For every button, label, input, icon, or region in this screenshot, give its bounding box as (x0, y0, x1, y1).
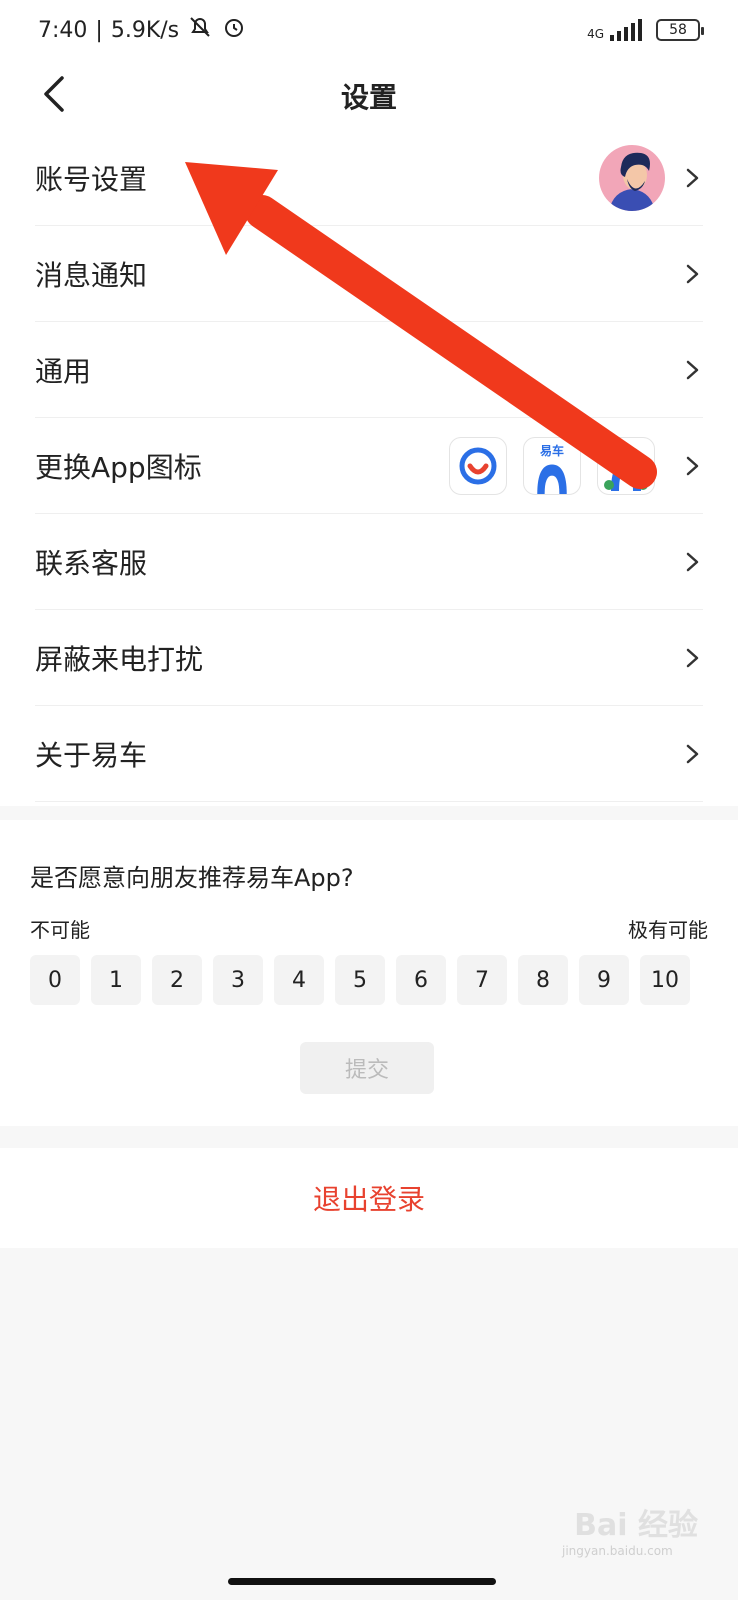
settings-item-customer-service[interactable]: 联系客服 (35, 514, 703, 610)
app-icon-option-default[interactable] (449, 436, 507, 495)
signal-icon: 4G (587, 19, 646, 41)
settings-item-change-app-icon[interactable]: 更换App图标 易车 (35, 418, 703, 514)
score-option[interactable]: 6 (396, 955, 446, 1005)
app-icon-label: 易车 (539, 443, 564, 458)
settings-item-label: 联系客服 (35, 546, 148, 580)
survey-low-label: 不可能 (30, 918, 90, 942)
settings-item-account[interactable]: 账号设置 (35, 130, 703, 226)
header: 设置 (0, 60, 738, 130)
survey-high-label: 极有可能 (628, 918, 708, 942)
logout-button[interactable]: 退出登录 (0, 1148, 738, 1248)
yiche-logo-icon (459, 447, 497, 484)
settings-item-about[interactable]: 关于易车 (35, 706, 703, 802)
settings-item-general[interactable]: 通用 (35, 322, 703, 418)
settings-item-label: 关于易车 (35, 738, 148, 772)
mute-icon (187, 14, 213, 46)
score-option[interactable]: 5 (335, 955, 385, 1005)
festive-mascot-icon (604, 444, 648, 491)
chevron-right-icon (686, 264, 699, 283)
chevron-right-icon (686, 456, 699, 475)
signal-type: 4G (587, 27, 604, 41)
avatar (599, 144, 665, 211)
home-indicator[interactable] (228, 1578, 496, 1585)
settings-list: 账号设置 消息通知 通用 更换App图标 易车 联系客服 屏蔽来电打扰 关于易车 (0, 130, 738, 806)
status-time: 7:40 (38, 17, 88, 43)
survey-question: 是否愿意向朋友推荐易车App? (30, 864, 354, 892)
app-icon-option-shark[interactable]: 易车 (523, 436, 581, 495)
watermark-url: jingyan.baidu.com (562, 1544, 673, 1558)
chevron-right-icon (686, 744, 699, 763)
settings-item-label: 更换App图标 (35, 450, 202, 484)
settings-item-label: 账号设置 (35, 162, 148, 196)
watermark-logo: Bai 经验 (574, 1508, 698, 1543)
settings-item-label: 通用 (35, 354, 92, 388)
settings-item-notifications[interactable]: 消息通知 (35, 226, 703, 322)
status-network-speed: 5.9K/s (110, 17, 180, 43)
score-option[interactable]: 3 (213, 955, 263, 1005)
chevron-right-icon (686, 552, 699, 571)
status-divider: | (95, 17, 103, 43)
chevron-right-icon (686, 360, 699, 379)
alarm-icon (221, 14, 247, 46)
score-option[interactable]: 0 (30, 955, 80, 1005)
status-bar: 7:40 | 5.9K/s 4G 58 (0, 0, 738, 60)
score-option[interactable]: 10 (640, 955, 690, 1005)
app-icon-option-festive[interactable] (597, 436, 655, 495)
chevron-right-icon (686, 168, 699, 187)
score-options: 0 1 2 3 4 5 6 7 8 9 10 (30, 955, 690, 1005)
chevron-right-icon (686, 648, 699, 667)
score-option[interactable]: 8 (518, 955, 568, 1005)
shark-mascot-icon (537, 464, 567, 494)
score-option[interactable]: 9 (579, 955, 629, 1005)
settings-item-label: 消息通知 (35, 258, 148, 292)
score-option[interactable]: 1 (91, 955, 141, 1005)
battery-level: 58 (669, 22, 687, 38)
submit-button[interactable]: 提交 (300, 1042, 434, 1094)
settings-item-label: 屏蔽来电打扰 (35, 642, 204, 676)
battery-icon: 58 (656, 19, 704, 41)
recommend-survey: 是否愿意向朋友推荐易车App? 不可能 极有可能 0 1 2 3 4 5 6 7… (0, 820, 738, 1126)
settings-item-block-calls[interactable]: 屏蔽来电打扰 (35, 610, 703, 706)
score-option[interactable]: 7 (457, 955, 507, 1005)
score-option[interactable]: 2 (152, 955, 202, 1005)
score-option[interactable]: 4 (274, 955, 324, 1005)
page-title: 设置 (340, 81, 397, 114)
